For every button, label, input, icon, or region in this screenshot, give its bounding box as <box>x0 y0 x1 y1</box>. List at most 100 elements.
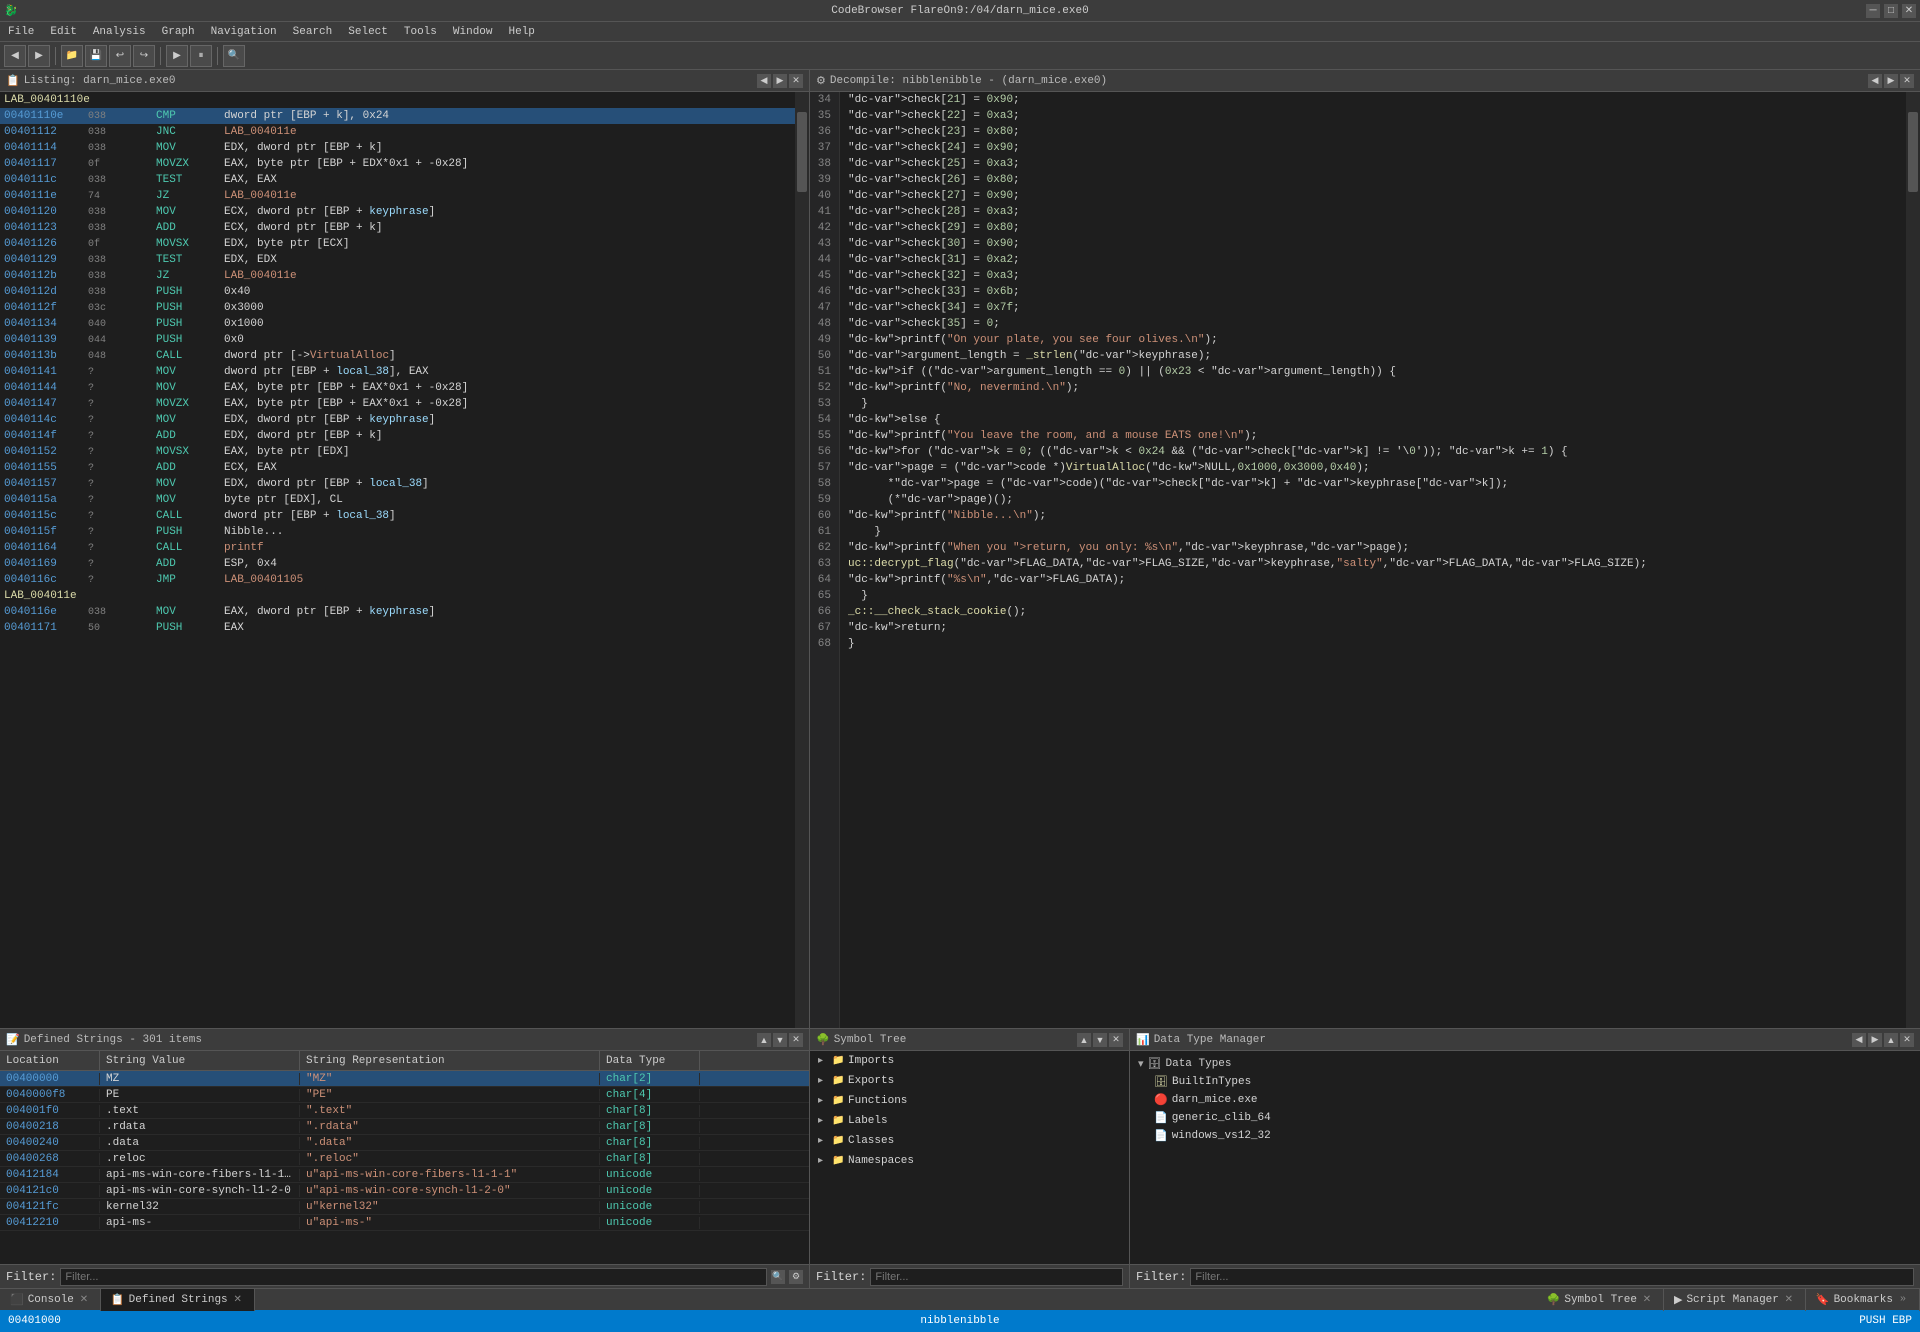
menu-navigation[interactable]: Navigation <box>203 24 285 40</box>
dtype-filter-input[interactable] <box>1190 1268 1914 1286</box>
col-data-type[interactable]: Data Type <box>600 1051 700 1070</box>
decompile-line[interactable]: "dc-var">check[32] = 0xa3; <box>848 268 1898 284</box>
code-line[interactable]: 0040114f?ADDEDX, dword ptr [EBP + k] <box>0 428 795 444</box>
decompile-line[interactable]: _c::__check_stack_cookie(); <box>848 604 1898 620</box>
code-line[interactable]: 00401164?CALLprintf <box>0 540 795 556</box>
toolbar-btn-open[interactable]: 📁 <box>61 45 83 67</box>
strings-settings-btn[interactable]: ⚙ <box>789 1270 803 1284</box>
dtype-child-darn-mice-exe[interactable]: 🔴darn_mice.exe <box>1130 1091 1920 1109</box>
code-line[interactable]: 00401114038MOVEDX, dword ptr [EBP + k] <box>0 140 795 156</box>
symbol-close[interactable]: ✕ <box>1109 1033 1123 1047</box>
decompile-line[interactable]: "dc-kw">printf("Nibble...\n"); <box>848 508 1898 524</box>
table-row[interactable]: 00400000MZ"MZ"char[2] <box>0 1071 809 1087</box>
decompile-ctrl-2[interactable]: ▶ <box>1884 74 1898 88</box>
table-row[interactable]: 00400268.reloc".reloc"char[8] <box>0 1151 809 1167</box>
symbol-tree-item-namespaces[interactable]: ▸📁Namespaces <box>810 1151 1129 1171</box>
dtype-child-windows-vs12-32[interactable]: 📄windows_vs12_32 <box>1130 1127 1920 1145</box>
table-row[interactable]: 004121fckernel32u"kernel32"unicode <box>0 1199 809 1215</box>
decompile-line[interactable]: uc::decrypt_flag("dc-var">FLAG_DATA,"dc-… <box>848 556 1898 572</box>
decompile-line[interactable]: } <box>848 588 1898 604</box>
symbol-tree-body[interactable]: ▸📁Imports▸📁Exports▸📁Functions▸📁Labels▸📁C… <box>810 1051 1129 1264</box>
menu-graph[interactable]: Graph <box>154 24 203 40</box>
symbol-tree-item-classes[interactable]: ▸📁Classes <box>810 1131 1129 1151</box>
tab-symbol-tree[interactable]: 🌳 Symbol Tree ✕ <box>1537 1289 1664 1311</box>
symbol-ctrl-2[interactable]: ▼ <box>1093 1033 1107 1047</box>
tab-bookmarks[interactable]: 🔖 Bookmarks » <box>1806 1289 1920 1311</box>
code-line[interactable]: 00401110e038CMPdword ptr [EBP + k], 0x24 <box>0 108 795 124</box>
toolbar-btn-save[interactable]: 💾 <box>85 45 107 67</box>
minimize-button[interactable]: ─ <box>1866 4 1880 18</box>
col-string-repr[interactable]: String Representation <box>300 1051 600 1070</box>
symbol-ctrl-1[interactable]: ▲ <box>1077 1033 1091 1047</box>
table-row[interactable]: 00412184api-ms-win-core-fibers-l1-1-1u"a… <box>0 1167 809 1183</box>
menu-tools[interactable]: Tools <box>396 24 445 40</box>
decompile-line[interactable]: "dc-kw">else { <box>848 412 1898 428</box>
menu-analysis[interactable]: Analysis <box>85 24 154 40</box>
tab-script-close[interactable]: ✕ <box>1783 1294 1795 1306</box>
maximize-button[interactable]: □ <box>1884 4 1898 18</box>
table-row[interactable]: 0040000f8PE"PE"char[4] <box>0 1087 809 1103</box>
code-line[interactable]: 0040111c038TESTEAX, EAX <box>0 172 795 188</box>
decompile-line[interactable]: *"dc-var">page = ("dc-var">code)("dc-var… <box>848 476 1898 492</box>
code-line[interactable]: 0040117150PUSHEAX <box>0 620 795 636</box>
toolbar-nav-fwd[interactable]: ▶ <box>28 45 50 67</box>
tab-script-manager[interactable]: ▶ Script Manager ✕ <box>1664 1289 1806 1311</box>
close-button[interactable]: ✕ <box>1902 4 1916 18</box>
decompile-line[interactable]: "dc-var">check[24] = 0x90; <box>848 140 1898 156</box>
decompile-line[interactable]: "dc-var">check[21] = 0x90; <box>848 92 1898 108</box>
table-row[interactable]: 00412210api-ms-u"api-ms-"unicode <box>0 1215 809 1231</box>
decompile-line[interactable]: "dc-kw">if (("dc-var">argument_length ==… <box>848 364 1898 380</box>
toolbar-btn-analyze[interactable]: ▶ <box>166 45 188 67</box>
decompile-line[interactable]: "dc-var">check[26] = 0x80; <box>848 172 1898 188</box>
code-line[interactable]: 00401152?MOVSXEAX, byte ptr [EDX] <box>0 444 795 460</box>
col-string-value[interactable]: String Value <box>100 1051 300 1070</box>
toolbar-btn-undo[interactable]: ↩ <box>109 45 131 67</box>
decompile-line[interactable]: "dc-var">check[35] = 0; <box>848 316 1898 332</box>
decompile-line[interactable]: "dc-var">check[23] = 0x80; <box>848 124 1898 140</box>
dtype-tree-body[interactable]: ▾🗄Data Types🗄BuiltInTypes🔴darn_mice.exe 📄… <box>1130 1051 1920 1264</box>
symbol-tree-item-exports[interactable]: ▸📁Exports <box>810 1071 1129 1091</box>
col-location[interactable]: Location <box>0 1051 100 1070</box>
decompile-line[interactable]: "dc-kw">printf("On your plate, you see f… <box>848 332 1898 348</box>
dtype-child-builtintypes[interactable]: 🗄BuiltInTypes <box>1130 1073 1920 1091</box>
decompile-line[interactable]: "dc-var">page = ("dc-var">code *)Virtual… <box>848 460 1898 476</box>
menu-help[interactable]: Help <box>501 24 543 40</box>
strings-table-body[interactable]: 00400000MZ"MZ"char[2]0040000f8PE"PE"char… <box>0 1071 809 1264</box>
decompile-line[interactable]: "dc-kw">return; <box>848 620 1898 636</box>
code-line[interactable]: 00401157?MOVEDX, dword ptr [EBP + local_… <box>0 476 795 492</box>
symbol-tree-item-functions[interactable]: ▸📁Functions <box>810 1091 1129 1111</box>
strings-ctrl-minimize[interactable]: ▼ <box>773 1033 787 1047</box>
code-line[interactable]: 0040111e74JZLAB_004011e <box>0 188 795 204</box>
toolbar-btn-search[interactable]: 🔍 <box>223 45 245 67</box>
decompile-line[interactable]: "dc-var">check[28] = 0xa3; <box>848 204 1898 220</box>
listing-ctrl-2[interactable]: ▶ <box>773 74 787 88</box>
decompile-close[interactable]: ✕ <box>1900 74 1914 88</box>
decompile-line[interactable]: "dc-var">check[22] = 0xa3; <box>848 108 1898 124</box>
strings-filter-btn[interactable]: 🔍 <box>771 1270 785 1284</box>
decompile-line[interactable]: "dc-var">check[27] = 0x90; <box>848 188 1898 204</box>
decompile-line[interactable]: "dc-kw">printf("When you ">return, you o… <box>848 540 1898 556</box>
code-line[interactable]: 004011260fMOVSXEDX, byte ptr [ECX] <box>0 236 795 252</box>
listing-close[interactable]: ✕ <box>789 74 803 88</box>
code-line[interactable]: 00401141?MOVdword ptr [EBP + local_38], … <box>0 364 795 380</box>
decompile-line[interactable]: "dc-var">argument_length = _strlen("dc-v… <box>848 348 1898 364</box>
decompile-line[interactable]: "dc-var">check[34] = 0x7f; <box>848 300 1898 316</box>
decompile-line[interactable]: "dc-kw">printf("%s\n","dc-var">FLAG_DATA… <box>848 572 1898 588</box>
code-line[interactable]: 0040115f?PUSHNibble... <box>0 524 795 540</box>
decompile-scrollbar[interactable] <box>1906 92 1920 1028</box>
tab-symbol-close[interactable]: ✕ <box>1641 1294 1653 1306</box>
menu-window[interactable]: Window <box>445 24 501 40</box>
decompile-line[interactable]: "dc-kw">printf("You leave the room, and … <box>848 428 1898 444</box>
code-line[interactable]: 00401129038TESTEDX, EDX <box>0 252 795 268</box>
code-line[interactable]: 0040116e038MOVEAX, dword ptr [EBP + keyp… <box>0 604 795 620</box>
listing-scrollbar[interactable] <box>795 92 809 1028</box>
decompile-line[interactable]: } <box>848 396 1898 412</box>
menu-edit[interactable]: Edit <box>42 24 84 40</box>
tab-console-close[interactable]: ✕ <box>78 1294 90 1306</box>
dtype-section-data-types[interactable]: ▾🗄Data Types <box>1130 1055 1920 1073</box>
strings-filter-input[interactable] <box>60 1268 767 1286</box>
menu-select[interactable]: Select <box>340 24 396 40</box>
toolbar-btn-step[interactable]: ⏸ <box>190 45 212 67</box>
tab-console[interactable]: ⬛ Console ✕ <box>0 1289 101 1311</box>
decompile-line[interactable]: "dc-var">check[33] = 0x6b; <box>848 284 1898 300</box>
